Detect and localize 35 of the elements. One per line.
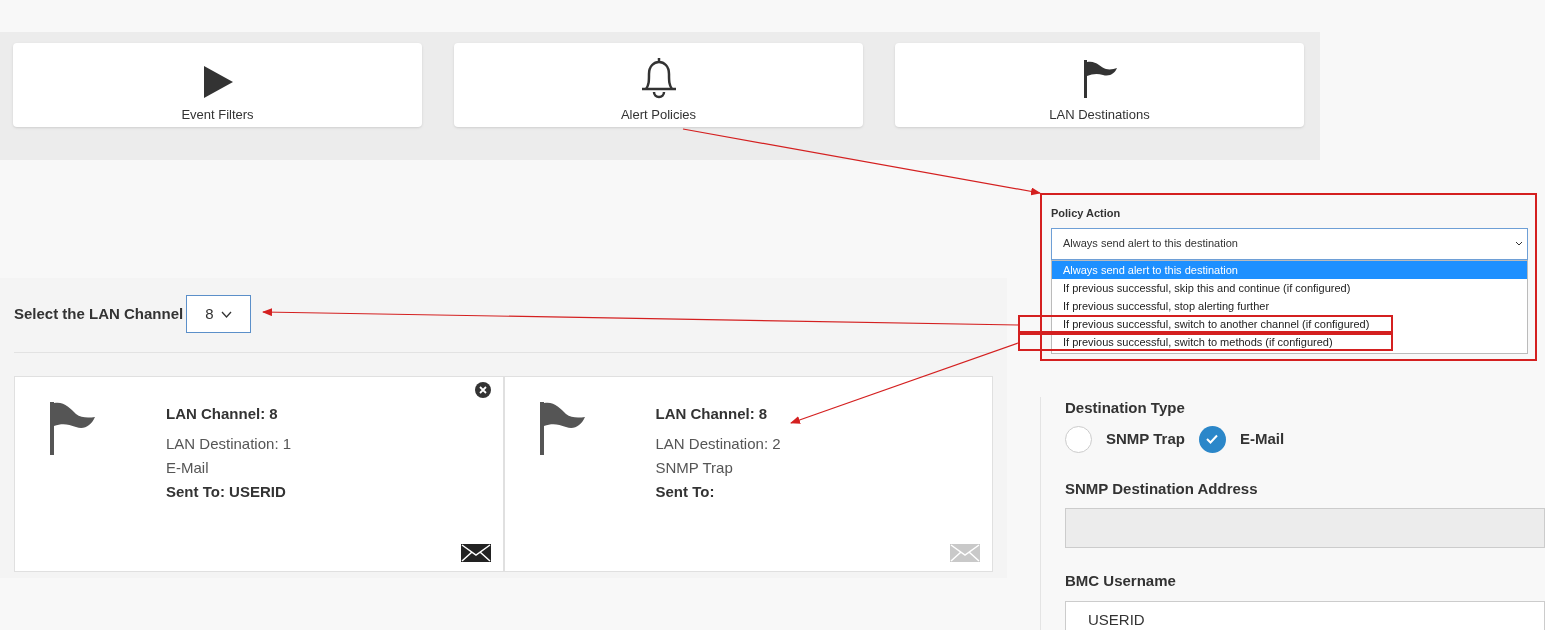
- play-icon: [201, 64, 234, 99]
- destination-type-radio[interactable]: E-Mail: [1198, 425, 1285, 453]
- close-icon: [478, 386, 487, 394]
- policy-action-label: Policy Action: [1051, 206, 1122, 221]
- chevron-icon: [1515, 241, 1523, 246]
- policy-action-select[interactable]: Always send alert to this destination: [1051, 227, 1528, 260]
- destination-type-radio[interactable]: SNMP Trap: [1065, 425, 1185, 453]
- envelope-icon: [460, 544, 491, 562]
- flag-icon: [50, 402, 96, 455]
- dropdown-option[interactable]: If previous successful, skip this and continue (if configured): [1052, 278, 1527, 297]
- card-type: E-Mail: [166, 458, 210, 478]
- envelope-icon: [950, 544, 980, 562]
- card-type: SNMP Trap: [655, 458, 734, 478]
- card-sent-to: Sent To:: [655, 482, 716, 502]
- card-channel: LAN Channel: 8: [166, 404, 279, 424]
- username-input[interactable]: USERID: [1065, 600, 1545, 630]
- channel-label: Select the LAN Channel: [14, 303, 184, 324]
- username-label: BMC Username: [1065, 571, 1177, 591]
- card-destination: LAN Destination: 2: [655, 434, 781, 454]
- card-sent-to: Sent To: USERID: [166, 482, 287, 502]
- tile[interactable]: LAN Destinations: [895, 43, 1304, 127]
- card-destination: LAN Destination: 1: [166, 434, 292, 454]
- dropdown-option[interactable]: If previous successful, stop alerting further: [1052, 296, 1527, 315]
- card-channel: LAN Channel: 8: [655, 404, 769, 424]
- channel-select[interactable]: 8: [186, 295, 252, 333]
- flag-icon: [1081, 58, 1118, 99]
- chevron-icon: [221, 310, 233, 318]
- flag-icon: [539, 402, 586, 455]
- dropdown-option[interactable]: If previous successful, switch to methods (if configured): [1018, 332, 1393, 351]
- destination-type-label: Destination Type: [1065, 398, 1186, 418]
- close-button[interactable]: [474, 382, 491, 398]
- address-label: SNMP Destination Address: [1065, 478, 1259, 499]
- tile[interactable]: Event Filters: [13, 43, 422, 127]
- tile[interactable]: Alert Policies: [454, 43, 863, 127]
- dropdown-option[interactable]: If previous successful, switch to another channel (if configured): [1018, 314, 1393, 333]
